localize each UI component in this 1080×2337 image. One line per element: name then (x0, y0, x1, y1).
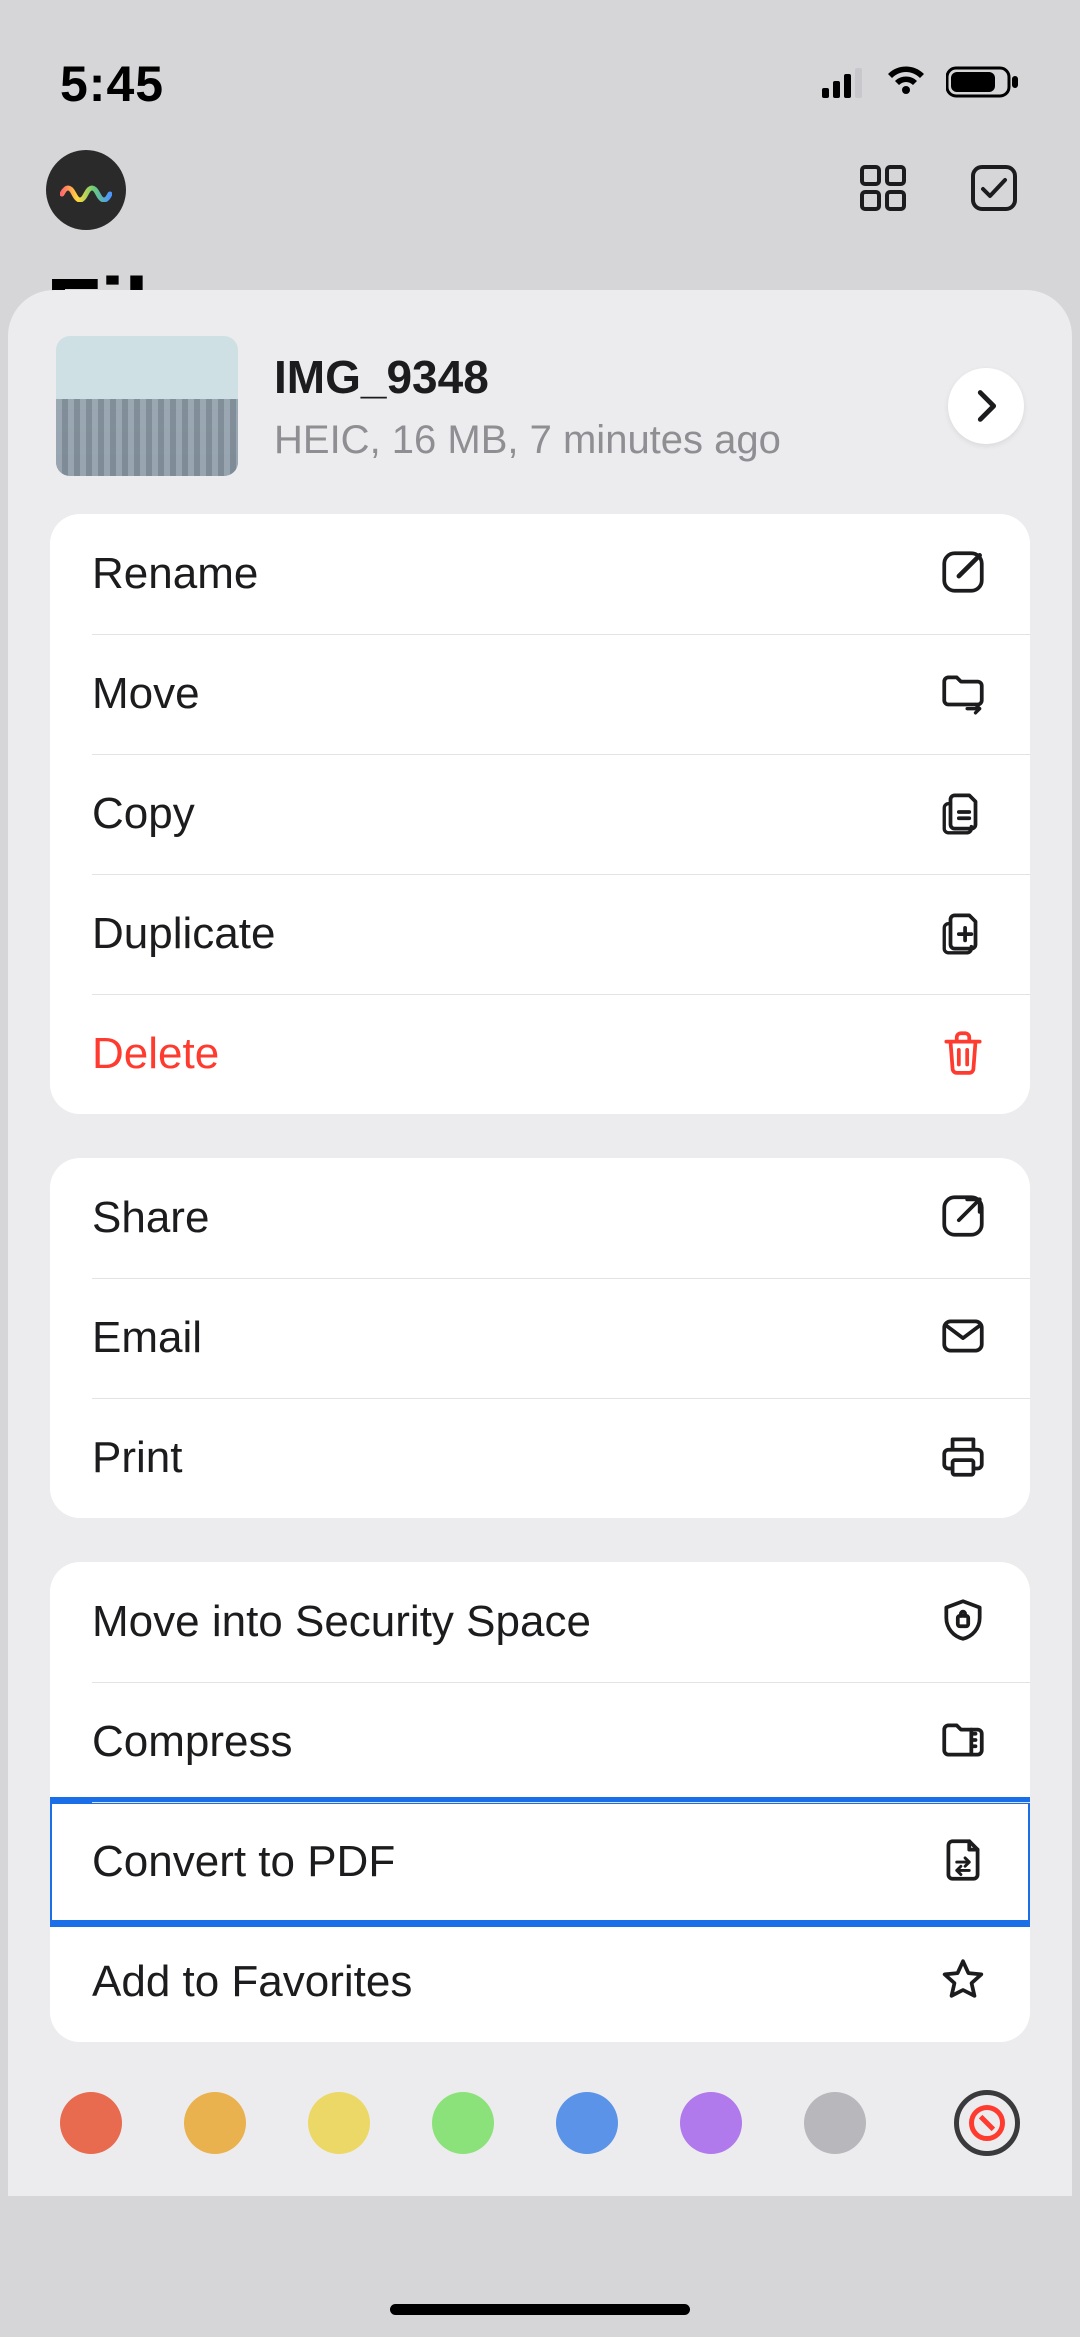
color-tag-yellow[interactable] (308, 2092, 370, 2154)
copy-doc-icon (938, 787, 988, 842)
wifi-icon (884, 66, 928, 103)
trash-icon (938, 1027, 988, 1082)
menu-label: Rename (92, 549, 258, 599)
clear-tag-button[interactable] (954, 2090, 1020, 2156)
battery-icon (946, 65, 1020, 104)
select-icon[interactable] (968, 162, 1020, 219)
print-icon (938, 1431, 988, 1486)
move-folder-icon (938, 667, 988, 722)
menu-item-compress[interactable]: Compress (50, 1682, 1030, 1802)
menu-item-duplicate[interactable]: Duplicate (50, 874, 1030, 994)
status-bar: 5:45 (0, 0, 1080, 140)
status-time: 5:45 (60, 55, 164, 113)
menu-item-rename[interactable]: Rename (50, 514, 1030, 634)
menu-item-delete[interactable]: Delete (50, 994, 1030, 1114)
menu-label: Share (92, 1193, 209, 1243)
menu-item-convert-pdf[interactable]: Convert to PDF (50, 1802, 1030, 1922)
menu-item-email[interactable]: Email (50, 1278, 1030, 1398)
menu-group-file-ops: Rename Move Copy Duplicate Delete (50, 514, 1030, 1114)
context-menu-sheet: IMG_9348 HEIC, 16 MB, 7 minutes ago Rena… (8, 290, 1072, 2196)
status-indicators (822, 65, 1020, 104)
share-icon (938, 1191, 988, 1246)
duplicate-doc-icon (938, 907, 988, 962)
color-tag-orange[interactable] (184, 2092, 246, 2154)
file-detail-button[interactable] (948, 368, 1024, 444)
menu-label: Move (92, 669, 200, 719)
home-indicator[interactable] (390, 2304, 690, 2315)
file-info-row[interactable]: IMG_9348 HEIC, 16 MB, 7 minutes ago (26, 336, 1054, 514)
menu-label: Compress (92, 1717, 293, 1767)
profile-avatar[interactable] (46, 150, 126, 230)
star-icon (938, 1955, 988, 2010)
convert-doc-icon (938, 1835, 988, 1890)
color-tag-green[interactable] (432, 2092, 494, 2154)
rename-icon (938, 547, 988, 602)
menu-label: Convert to PDF (92, 1837, 395, 1887)
menu-label: Email (92, 1313, 202, 1363)
color-tags-row (26, 2072, 1054, 2156)
color-tag-purple[interactable] (680, 2092, 742, 2154)
file-name: IMG_9348 (274, 350, 912, 404)
shield-lock-icon (938, 1595, 988, 1650)
menu-label: Move into Security Space (92, 1597, 591, 1647)
menu-label: Delete (92, 1029, 219, 1079)
menu-label: Add to Favorites (92, 1957, 412, 2007)
menu-group-advanced: Move into Security Space Compress Conver… (50, 1562, 1030, 2042)
menu-item-move[interactable]: Move (50, 634, 1030, 754)
menu-label: Print (92, 1433, 182, 1483)
menu-item-share[interactable]: Share (50, 1158, 1030, 1278)
file-thumbnail (56, 336, 238, 476)
menu-item-copy[interactable]: Copy (50, 754, 1030, 874)
cellular-icon (822, 66, 866, 103)
app-header (0, 140, 1080, 230)
file-meta: HEIC, 16 MB, 7 minutes ago (274, 418, 912, 463)
menu-group-share: Share Email Print (50, 1158, 1030, 1518)
menu-item-print[interactable]: Print (50, 1398, 1030, 1518)
menu-label: Copy (92, 789, 195, 839)
color-tag-gray[interactable] (804, 2092, 866, 2154)
email-icon (938, 1311, 988, 1366)
color-tag-red[interactable] (60, 2092, 122, 2154)
color-tag-blue[interactable] (556, 2092, 618, 2154)
menu-item-favorites[interactable]: Add to Favorites (50, 1922, 1030, 2042)
menu-item-security-space[interactable]: Move into Security Space (50, 1562, 1030, 1682)
menu-label: Duplicate (92, 909, 275, 959)
zip-folder-icon (938, 1715, 988, 1770)
grid-view-icon[interactable] (858, 163, 908, 218)
